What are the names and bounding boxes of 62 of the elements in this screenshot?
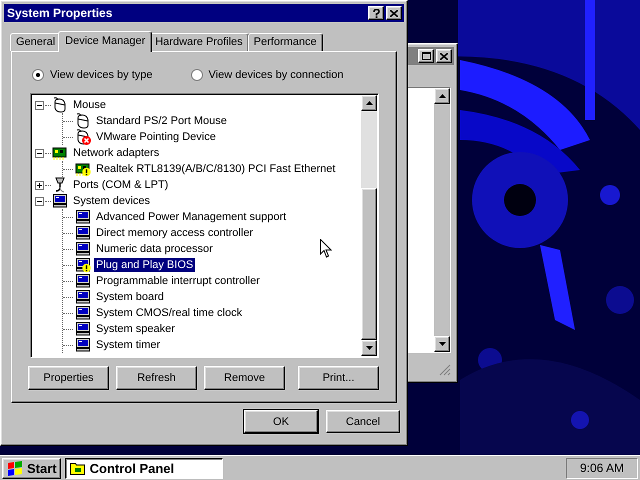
taskbar-button[interactable]: Control Panel (64, 458, 223, 478)
radio-option[interactable]: View devices by connection (190, 69, 344, 81)
collapse-toggle[interactable] (35, 196, 44, 206)
tree-item[interactable]: System devices (71, 194, 152, 208)
clock: 9:06 AM (566, 458, 638, 478)
mouse-icon (52, 97, 68, 113)
action-button[interactable]: Properties (28, 366, 109, 390)
mouse-pointer-icon (320, 239, 332, 258)
up-arrow-icon (438, 94, 446, 98)
action-button[interactable]: Refresh (116, 366, 197, 390)
dialog-button[interactable]: Cancel (326, 410, 400, 433)
tree-item[interactable]: Numeric data processor (94, 242, 215, 256)
up-arrow-icon (366, 101, 372, 105)
down-arrow-icon (366, 346, 372, 350)
close-button[interactable] (436, 49, 452, 63)
tree-item[interactable]: Network adapters (71, 146, 162, 160)
scroll-down-button[interactable] (361, 340, 377, 356)
close-icon (390, 10, 398, 16)
tree-item[interactable]: System CMOS/real time clock (94, 306, 244, 320)
scroll-down-button[interactable] (434, 336, 450, 352)
scroll-thumb[interactable] (361, 188, 377, 340)
radio-button[interactable] (32, 69, 44, 81)
tab[interactable]: Performance (248, 33, 323, 51)
help-button[interactable] (368, 6, 384, 20)
tab[interactable]: Hardware Profiles (149, 33, 249, 51)
start-button[interactable]: Start (2, 458, 61, 478)
tree-item[interactable]: Standard PS/2 Port Mouse (94, 114, 229, 128)
folder-icon (70, 461, 86, 475)
tab[interactable]: Device Manager (58, 31, 152, 52)
expand-toggle[interactable] (35, 180, 44, 190)
scroll-up-button[interactable] (361, 95, 377, 111)
tree-item[interactable]: Plug and Play BIOS (94, 258, 196, 272)
tree-item[interactable]: System board (94, 290, 166, 304)
collapse-toggle[interactable] (35, 148, 44, 158)
dialog-button[interactable]: OK (244, 410, 318, 433)
tree-item[interactable]: Programmable interrupt controller (94, 274, 262, 288)
help-icon (372, 8, 380, 18)
resize-grip-icon (439, 364, 451, 376)
tree-item[interactable]: System timer (94, 338, 162, 352)
collapse-toggle[interactable] (35, 100, 44, 110)
scrollbar[interactable] (361, 95, 377, 356)
radio-button[interactable] (190, 69, 203, 81)
scroll-up-button[interactable] (434, 88, 450, 104)
tree-item[interactable]: System speaker (94, 322, 177, 336)
action-button[interactable]: Print... (298, 366, 379, 390)
tree-item[interactable]: Realtek RTL8139(A/B/C/8130) PCI Fast Ethernet (94, 162, 338, 176)
computer-icon (52, 193, 68, 209)
network-icon (52, 145, 68, 161)
tree-item[interactable]: Ports (COM & LPT) (71, 178, 170, 192)
windows-logo-icon (6, 460, 24, 476)
tree-item[interactable]: Direct memory access controller (94, 226, 256, 240)
close-button[interactable] (386, 6, 402, 20)
radio-option[interactable]: View devices by type (32, 69, 153, 81)
scrollbar[interactable] (434, 88, 450, 352)
down-arrow-icon (438, 342, 446, 346)
tree-item[interactable]: Advanced Power Management support (94, 210, 288, 224)
tree-item[interactable]: Mouse (71, 98, 108, 112)
action-button[interactable]: Remove (204, 366, 285, 390)
window-title: System Properties (7, 6, 114, 20)
maximize-button[interactable] (418, 49, 434, 63)
maximize-icon (422, 52, 430, 60)
close-icon (440, 52, 448, 60)
